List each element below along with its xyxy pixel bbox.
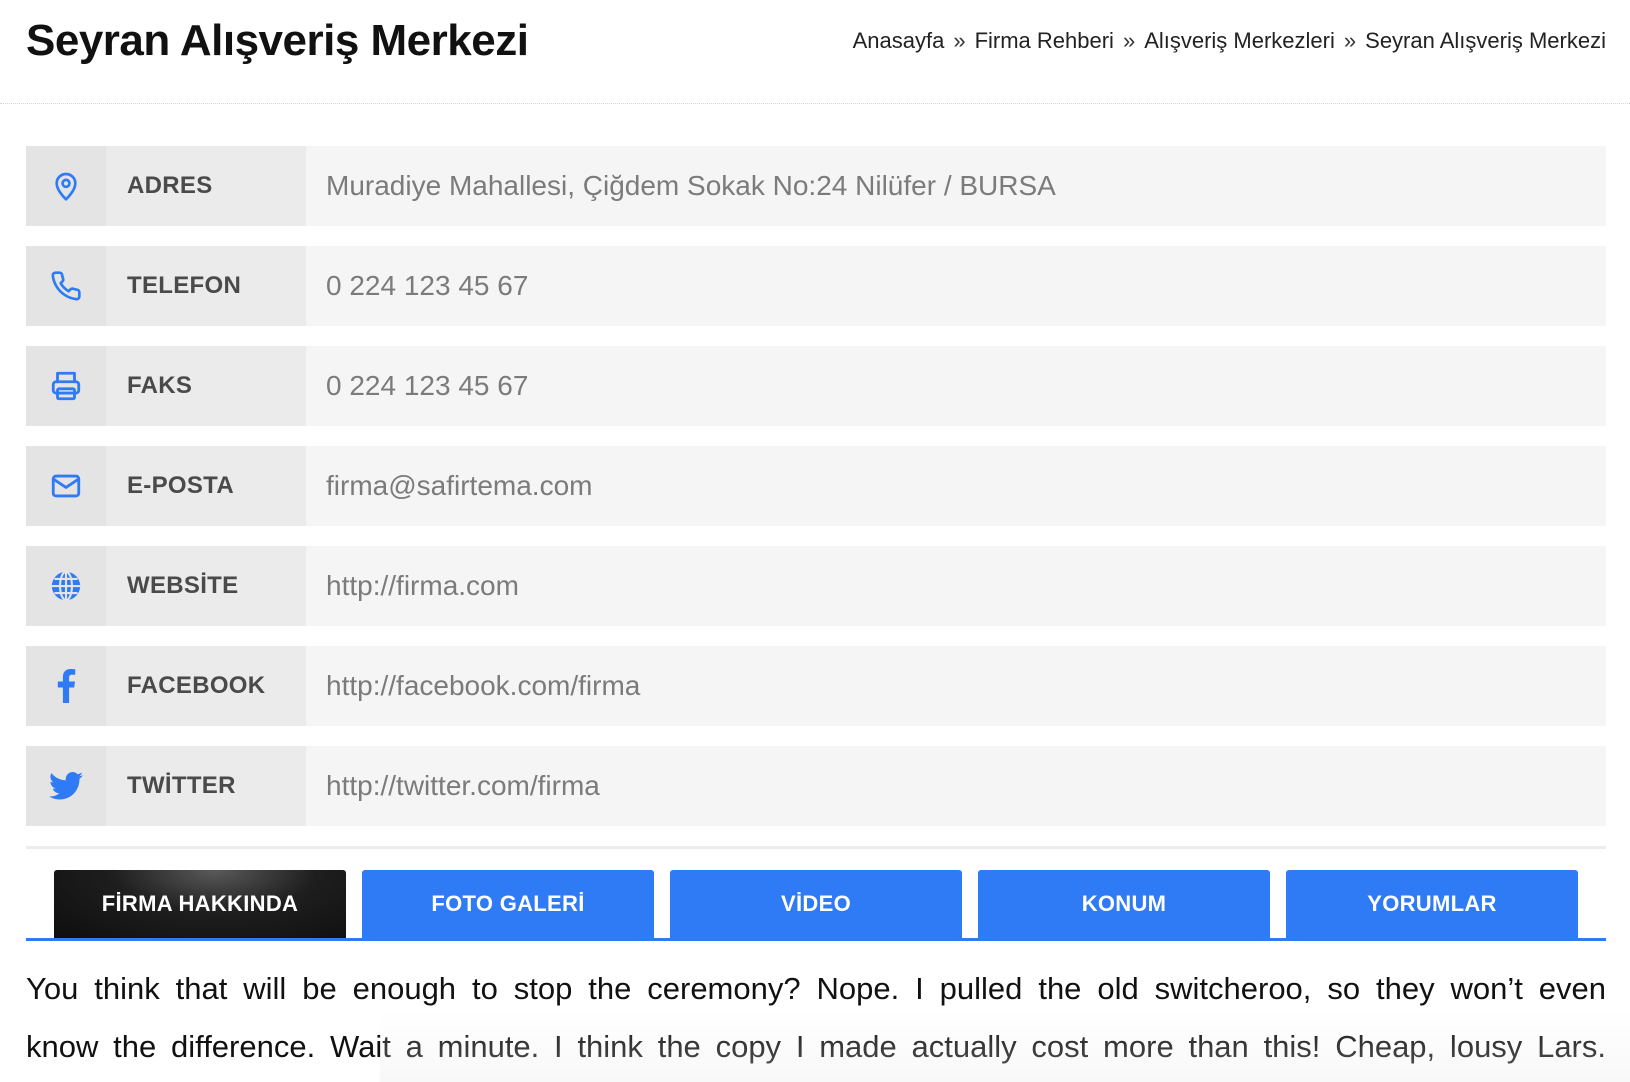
info-row-twitter: TWİTTER http://twitter.com/firma [26,746,1606,826]
fax-value: 0 224 123 45 67 [326,370,529,401]
info-label: TELEFON [106,246,306,326]
about-content: You think that will be enough to stop th… [26,960,1606,1076]
info-row-email: E-POSTA firma@safirtema.com [26,446,1606,526]
breadcrumb-home-link[interactable]: Anasayfa [853,28,945,54]
tab-location[interactable]: KONUM [978,870,1270,938]
info-row-facebook: FACEBOOK http://facebook.com/firma [26,646,1606,726]
content-line: know the difference. Wait a minute. I th… [26,1029,1606,1064]
breadcrumb: Anasayfa » Firma Rehberi » Alışveriş Mer… [853,28,1606,54]
page-header: Seyran Alışveriş Merkezi Anasayfa » Firm… [0,0,1630,104]
breadcrumb-separator: » [953,28,966,53]
info-label: FAKS [106,346,306,426]
info-row-fax: FAKS 0 224 123 45 67 [26,346,1606,426]
facebook-icon [26,646,106,726]
address-value: Muradiye Mahallesi, Çiğdem Sokak No:24 N… [326,170,1056,201]
twitter-value[interactable]: http://twitter.com/firma [306,746,1606,826]
info-row-address: ADRES Muradiye Mahallesi, Çiğdem Sokak N… [26,146,1606,226]
section-divider [26,846,1606,849]
location-pin-icon [26,146,106,226]
tab-photo-gallery[interactable]: FOTO GALERİ [362,870,654,938]
email-value[interactable]: firma@safirtema.com [306,446,1606,526]
company-info-list: ADRES Muradiye Mahallesi, Çiğdem Sokak N… [26,146,1606,846]
breadcrumb-directory-link[interactable]: Firma Rehberi [975,28,1114,54]
tab-video[interactable]: VİDEO [670,870,962,938]
breadcrumb-separator: » [1122,28,1136,53]
breadcrumb-category-link[interactable]: Alışveriş Merkezleri [1144,28,1335,54]
info-label: ADRES [106,146,306,226]
phone-icon [26,246,106,326]
info-label: E-POSTA [106,446,306,526]
breadcrumb-current: Seyran Alışveriş Merkezi [1365,28,1606,53]
info-label: FACEBOOK [106,646,306,726]
content-line: You think that will be enough to stop th… [26,971,1606,1006]
info-label: WEBSİTE [106,546,306,626]
page-title: Seyran Alışveriş Merkezi [26,16,529,65]
envelope-icon [26,446,106,526]
website-value[interactable]: http://firma.com [306,546,1606,626]
info-row-website: WEBSİTE http://firma.com [26,546,1606,626]
twitter-icon [26,746,106,826]
tab-bar: FİRMA HAKKINDA FOTO GALERİ VİDEO KONUM Y… [26,870,1606,941]
facebook-value[interactable]: http://facebook.com/firma [306,646,1606,726]
info-label: TWİTTER [106,746,306,826]
phone-value[interactable]: 0 224 123 45 67 [306,246,1606,326]
tab-comments[interactable]: YORUMLAR [1286,870,1578,938]
globe-icon [26,546,106,626]
tab-about[interactable]: FİRMA HAKKINDA [54,870,346,938]
printer-icon [26,346,106,426]
info-row-phone: TELEFON 0 224 123 45 67 [26,246,1606,326]
breadcrumb-separator: » [1343,28,1357,53]
